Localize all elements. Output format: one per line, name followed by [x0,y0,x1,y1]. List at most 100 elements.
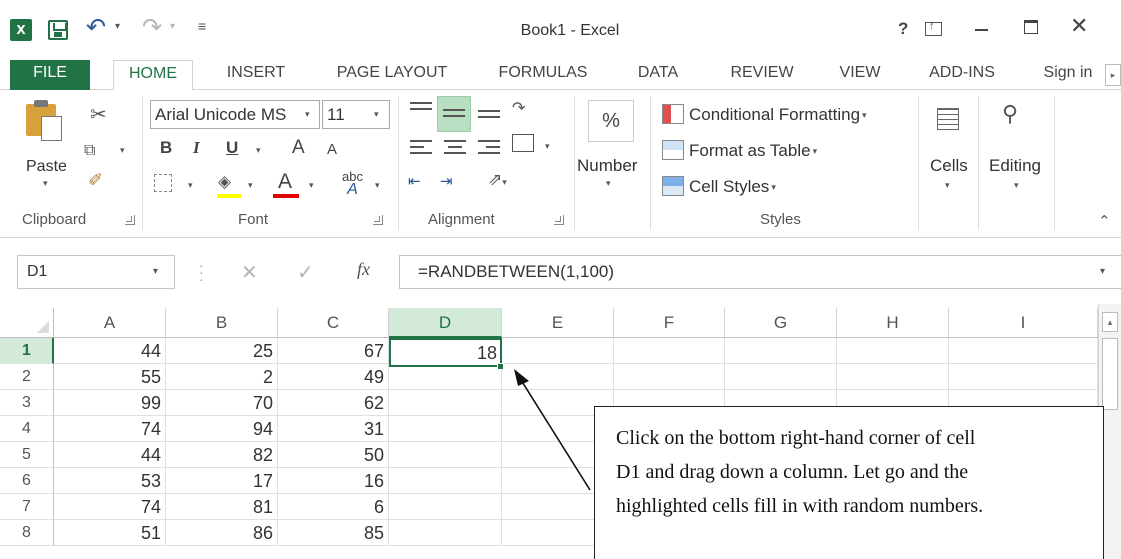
name-box-dropdown-icon[interactable]: ▾ [153,266,158,277]
cell-d8[interactable] [389,520,502,546]
phonetic-guide-button[interactable]: abc A [342,170,363,198]
font-color-icon[interactable]: A [278,170,292,194]
scroll-thumb[interactable] [1102,338,1118,410]
tab-add-ins[interactable]: ADD-INS [912,60,1012,90]
name-box[interactable]: D1 [17,255,175,289]
undo-icon[interactable]: ↶ [86,13,106,41]
find-select-icon[interactable]: ⚲ [1002,102,1018,127]
row-header-6[interactable]: 6 [0,468,54,494]
minimize-icon[interactable] [975,29,988,31]
clipboard-launcher-icon[interactable] [125,215,135,225]
paste-dropdown-icon[interactable]: ▾ [43,178,48,189]
cell-b2[interactable]: 2 [166,364,278,390]
cell-a5[interactable]: 44 [54,442,166,468]
format-as-table-button[interactable]: Format as Table ▾ [662,138,817,164]
cell-c7[interactable]: 6 [278,494,389,520]
cell-c8[interactable]: 85 [278,520,389,546]
fill-handle[interactable] [497,363,504,370]
paste-icon[interactable] [26,100,62,141]
formula-input[interactable]: =RANDBETWEEN(1,100) [399,255,1121,289]
decrease-font-size-button[interactable]: A [327,141,337,158]
orientation-icon[interactable]: ⇗▾ [488,170,507,190]
align-center-icon[interactable] [444,140,466,158]
wrap-text-icon[interactable]: ↷ [512,98,525,117]
cell-b6[interactable]: 17 [166,468,278,494]
cell-c1[interactable]: 67 [278,338,389,364]
cell-b5[interactable]: 82 [166,442,278,468]
cell-c3[interactable]: 62 [278,390,389,416]
redo-icon[interactable]: ↷ [142,13,162,41]
cell-a6[interactable]: 53 [54,468,166,494]
cell-d6[interactable] [389,468,502,494]
cell-i1[interactable] [949,338,1098,364]
undo-dropdown-icon[interactable]: ▾ [115,21,120,32]
cell-g1[interactable] [725,338,837,364]
font-color-dropdown-icon[interactable]: ▾ [309,180,314,191]
ribbon-display-options-icon[interactable] [925,20,942,36]
tabs-scroll-right-icon[interactable]: ▸ [1105,64,1121,86]
help-icon[interactable]: ? [898,19,908,39]
increase-font-size-button[interactable]: A [292,137,305,159]
fill-color-icon[interactable]: ◈ [218,172,231,192]
align-bottom-icon[interactable] [478,110,500,128]
insert-function-button[interactable]: fx [357,259,370,280]
select-all-button[interactable] [0,308,54,338]
copy-dropdown-icon[interactable]: ▾ [120,145,125,156]
cell-d4[interactable] [389,416,502,442]
cell-b8[interactable]: 86 [166,520,278,546]
tab-formulas[interactable]: FORMULAS [488,60,598,90]
merge-center-dropdown-icon[interactable]: ▾ [545,141,550,152]
column-header-f[interactable]: F [614,308,725,338]
excel-logo-icon[interactable]: X [10,19,32,41]
cell-a2[interactable]: 55 [54,364,166,390]
underline-dropdown-icon[interactable]: ▾ [256,145,261,156]
cells-button[interactable]: Cells [930,156,968,176]
tab-view[interactable]: VIEW [825,60,895,90]
collapse-ribbon-icon[interactable]: ⌃ [1098,212,1111,230]
font-name-select[interactable]: Arial Unicode MS [150,100,320,129]
cell-h1[interactable] [837,338,949,364]
column-header-i[interactable]: I [949,308,1098,338]
column-header-g[interactable]: G [725,308,837,338]
italic-button[interactable]: I [193,138,200,158]
cell-d2[interactable] [389,364,502,390]
enter-icon[interactable]: ✓ [297,260,314,284]
editing-dropdown-icon[interactable]: ▾ [1014,180,1019,191]
align-top-icon[interactable] [410,102,432,120]
cell-styles-button[interactable]: Cell Styles ▾ [662,174,776,200]
align-right-icon[interactable] [478,140,500,158]
cell-a4[interactable]: 74 [54,416,166,442]
paste-button[interactable]: Paste [26,158,67,176]
editing-button[interactable]: Editing [989,156,1041,176]
fill-color-dropdown-icon[interactable]: ▾ [248,180,253,191]
cell-c5[interactable]: 50 [278,442,389,468]
sign-in-link[interactable]: Sign in [1033,60,1103,90]
align-left-icon[interactable] [410,140,432,158]
cell-c6[interactable]: 16 [278,468,389,494]
cell-h2[interactable] [837,364,949,390]
borders-dropdown-icon[interactable]: ▾ [188,180,193,191]
cell-c2[interactable]: 49 [278,364,389,390]
row-header-1[interactable]: 1 [0,338,54,364]
column-header-c[interactable]: C [278,308,389,338]
tab-data[interactable]: DATA [623,60,693,90]
alignment-launcher-icon[interactable] [554,215,564,225]
cell-i2[interactable] [949,364,1098,390]
number-group-button[interactable]: Number [577,156,637,176]
tab-file[interactable]: FILE [10,60,90,90]
cell-a1[interactable]: 44 [54,338,166,364]
cell-a3[interactable]: 99 [54,390,166,416]
cell-b1[interactable]: 25 [166,338,278,364]
scroll-up-icon[interactable]: ▴ [1102,312,1118,332]
cell-d3[interactable] [389,390,502,416]
font-name-dropdown-icon[interactable]: ▾ [305,109,310,120]
font-size-select[interactable]: 11 [322,100,390,129]
format-painter-icon[interactable]: ✐ [88,170,103,191]
save-icon[interactable] [48,20,68,40]
cell-f2[interactable] [614,364,725,390]
cell-g2[interactable] [725,364,837,390]
row-header-7[interactable]: 7 [0,494,54,520]
decrease-indent-icon[interactable]: ⇤ [408,172,421,190]
tab-insert[interactable]: INSERT [216,60,296,90]
maximize-icon[interactable] [1024,20,1038,34]
